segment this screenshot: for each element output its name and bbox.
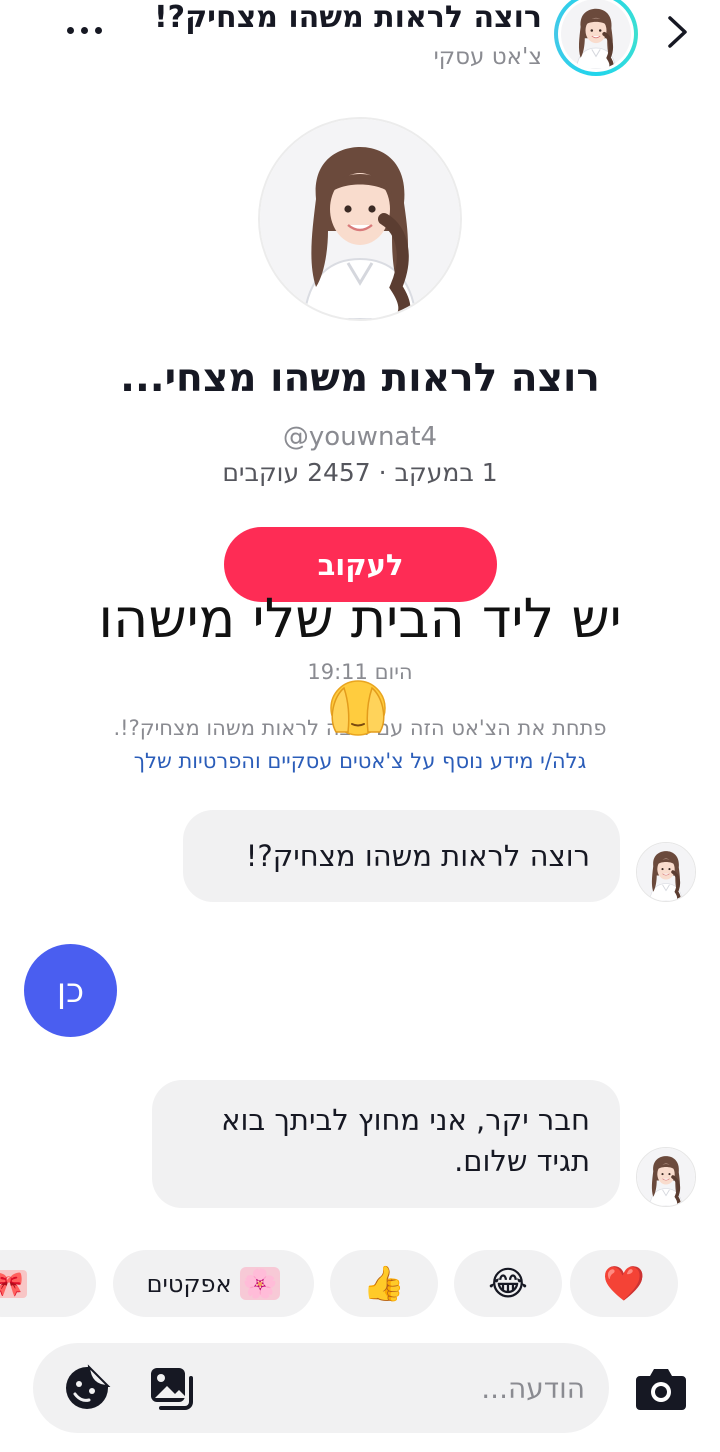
avatar-image [561, 0, 631, 69]
bow-icon: 🎀 [0, 1269, 27, 1298]
more-options-button[interactable] [60, 10, 108, 50]
message-text: רוצה לראות משהו מצחיק?! [245, 838, 590, 873]
avatar-image [637, 843, 695, 901]
chat-title[interactable]: רוצה לראות משהו מצחיק?! [154, 0, 542, 35]
chat-subtitle: צ'אט עסקי [433, 44, 542, 70]
effects-label: אפקטים [146, 1269, 232, 1298]
photo-gallery-icon [151, 1368, 193, 1410]
back-button[interactable] [658, 10, 698, 54]
heart-icon: ❤️ [602, 1263, 646, 1304]
received-message-bubble[interactable]: רוצה לראות משהו מצחיק?! [183, 810, 620, 902]
profile-avatar[interactable] [258, 117, 462, 321]
flower-icon: 🌸 [239, 1267, 281, 1300]
more-dot [80, 26, 88, 34]
privacy-learn-more-link[interactable]: גלה/י מידע נוסף על צ'אטים עסקיים והפרטיו… [60, 749, 660, 773]
sender-avatar[interactable] [636, 842, 696, 902]
message-input[interactable] [205, 1343, 585, 1433]
gallery-button[interactable] [147, 1364, 195, 1412]
message-text: כן [56, 970, 85, 1011]
profile-handle: @youwnat4 [282, 422, 438, 452]
profile-name: רוצה לראות משהו מצחי... [120, 356, 600, 401]
avatar-image [637, 1148, 695, 1206]
chevron-right-icon [668, 16, 687, 48]
received-message-bubble[interactable]: חבר יקר, אני מחוץ לביתך בוא תגיד שלום. [152, 1080, 620, 1208]
sender-avatar[interactable] [636, 1147, 696, 1207]
message-text: חבר יקר, אני מחוץ לביתך בוא תגיד שלום. [221, 1103, 590, 1178]
face-peeking-emoji [322, 674, 394, 738]
video-overlay-caption: יש ליד הבית שלי מישהו [98, 587, 622, 650]
quick-reply-laugh[interactable]: 😂 [454, 1250, 562, 1317]
profile-stats: 1 במעקב · 2457 עוקבים [222, 458, 498, 487]
sent-message-bubble[interactable]: כן [24, 944, 117, 1037]
profile-photo [260, 119, 460, 319]
quick-reply-thumbs-up[interactable]: 👍 [330, 1250, 438, 1317]
effects-button[interactable]: 🌸 אפקטים [113, 1250, 314, 1317]
camera-icon [636, 1369, 686, 1410]
header-avatar[interactable] [554, 0, 638, 76]
quick-reply-heart[interactable]: ❤️ [570, 1250, 678, 1317]
sticker-button[interactable] [63, 1364, 111, 1412]
camera-button[interactable] [634, 1364, 688, 1414]
laughing-face-icon: 😂 [488, 1263, 528, 1304]
more-dot [94, 26, 102, 34]
message-input-bar [33, 1343, 609, 1433]
more-dots-icon [66, 26, 74, 34]
thumbs-up-icon: 👍 [362, 1263, 406, 1304]
sticker-face-icon [66, 1364, 111, 1409]
quick-reply-more[interactable]: 🎀 כ [0, 1250, 96, 1317]
